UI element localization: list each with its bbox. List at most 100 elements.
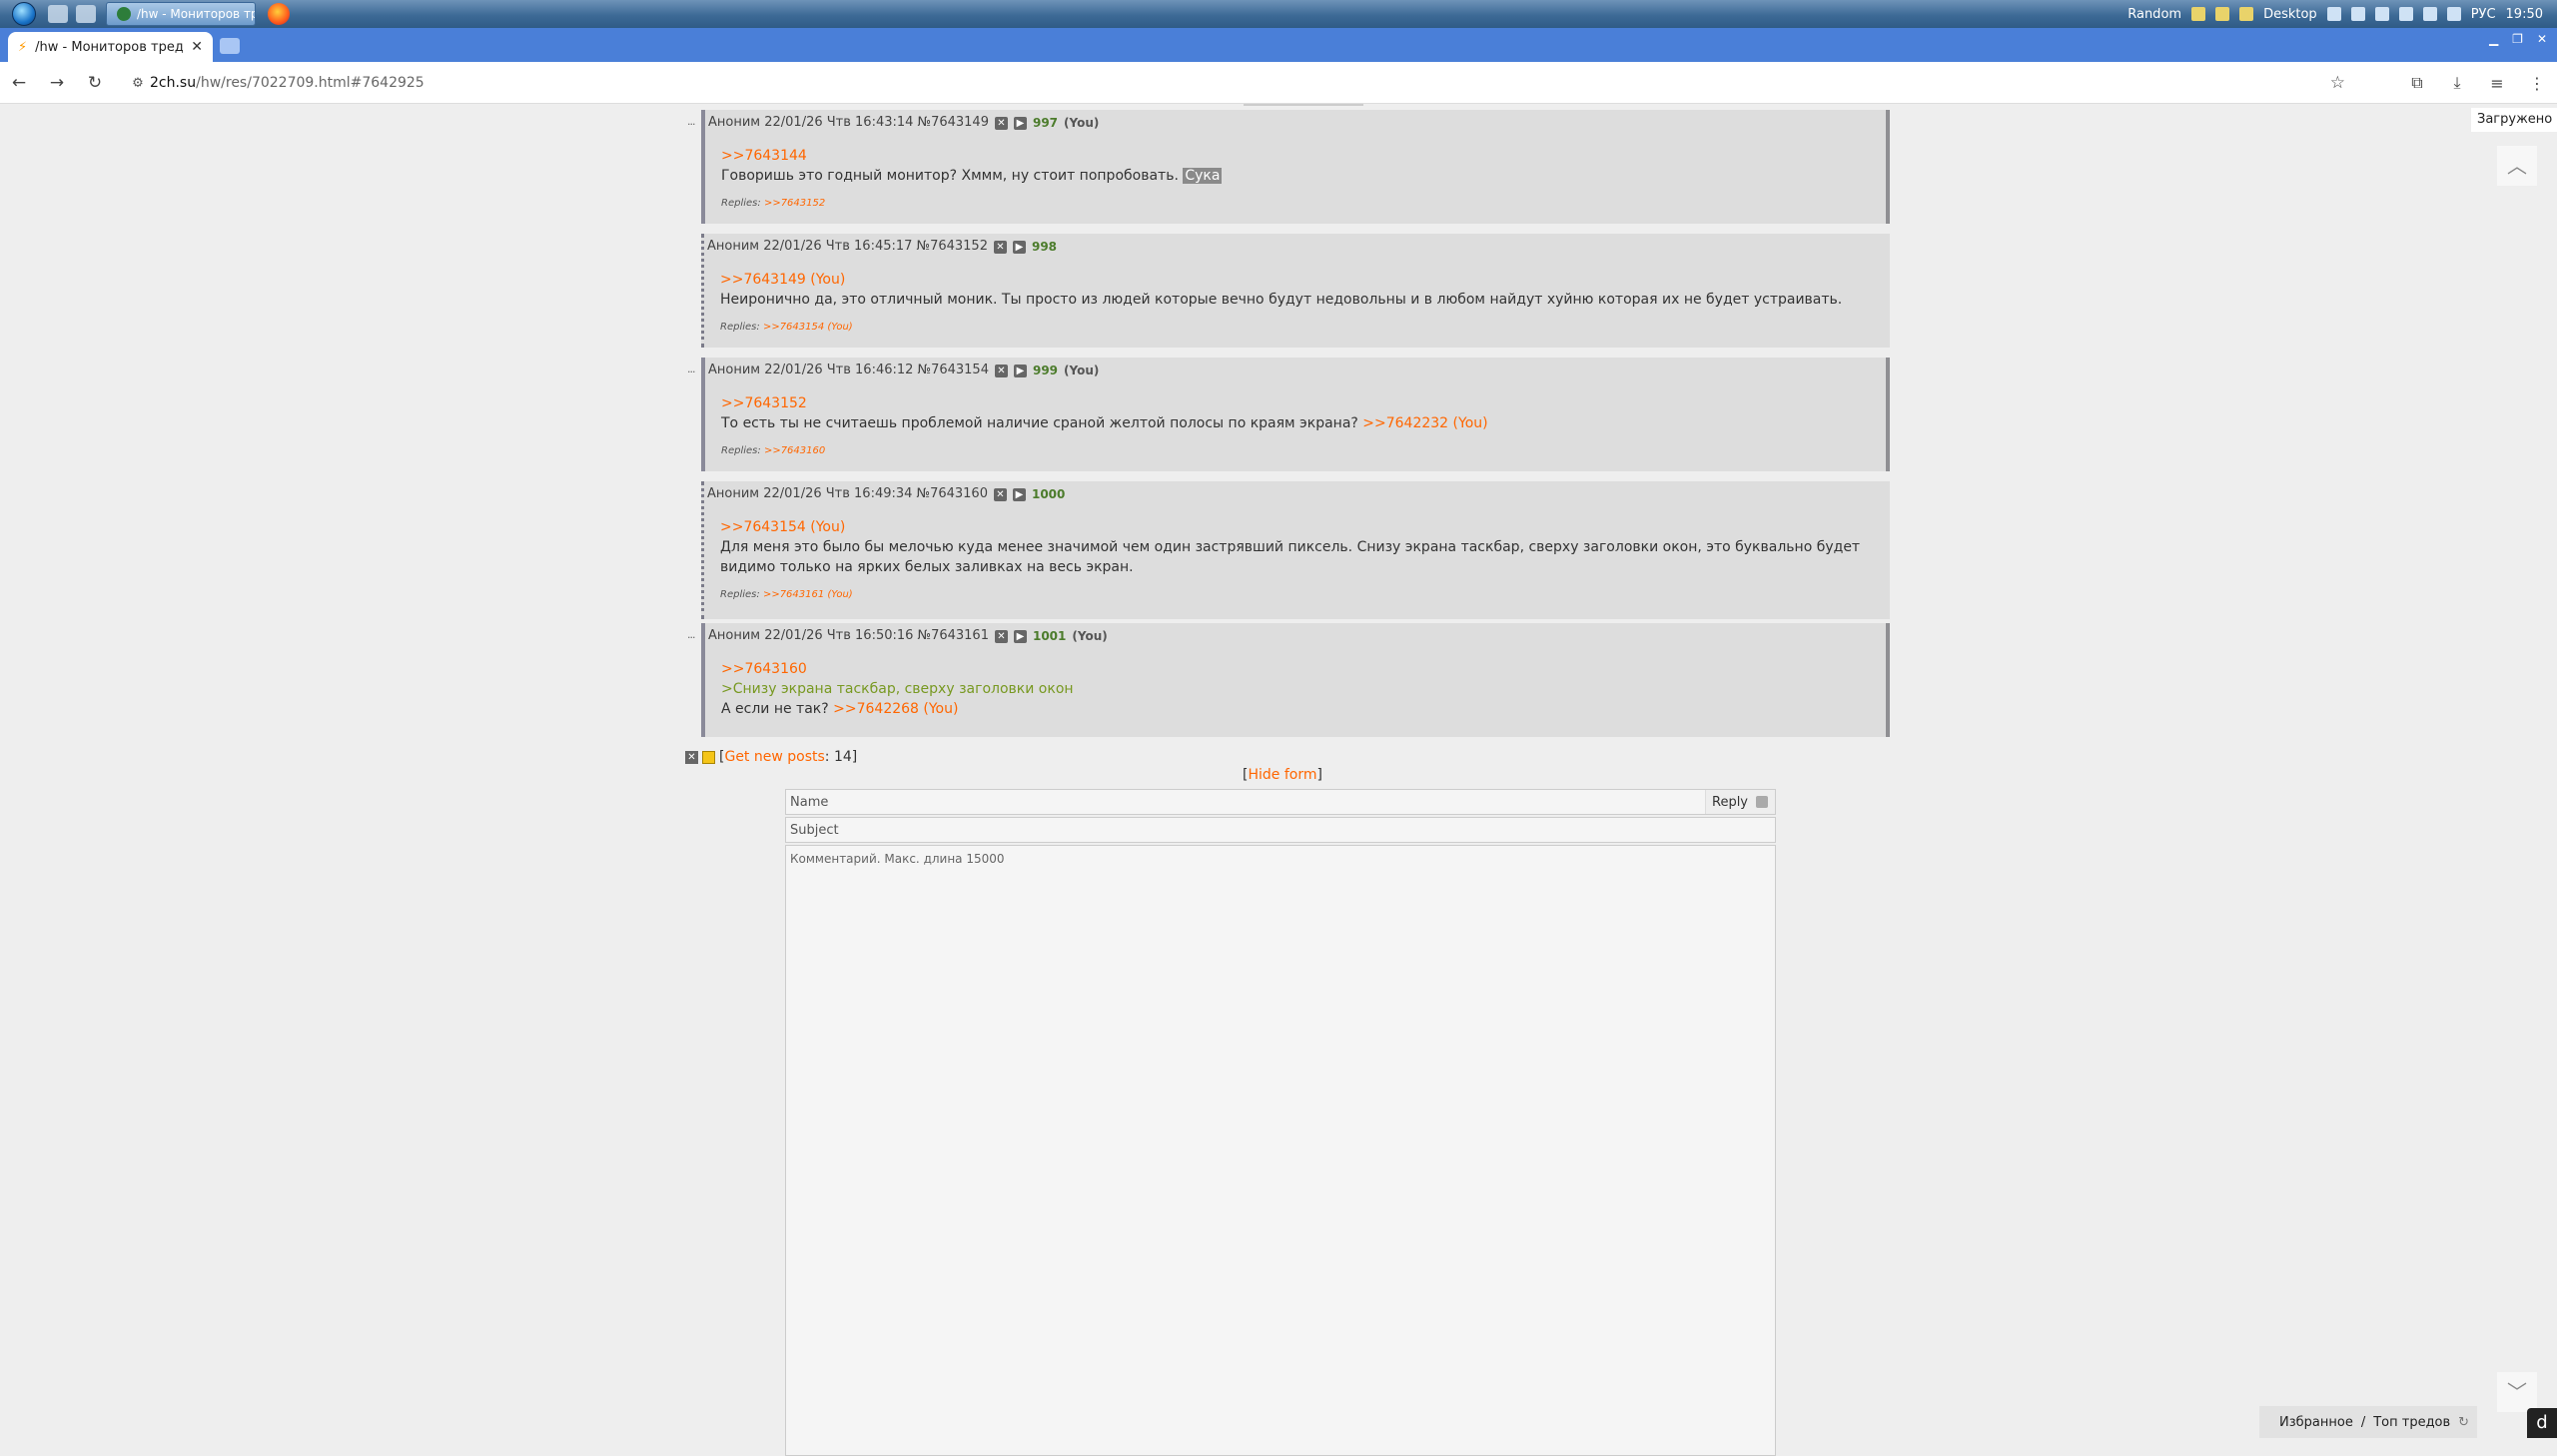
- explorer-icon[interactable]: [76, 5, 96, 23]
- inline-reply-link[interactable]: >>7642232 (You): [1362, 415, 1487, 431]
- quicklaunch-icon[interactable]: [48, 5, 68, 23]
- tray-app-icon[interactable]: [2374, 7, 2389, 21]
- new-tab-button[interactable]: [220, 38, 240, 54]
- site-info-icon[interactable]: ⚙: [126, 76, 150, 91]
- system-tray: Random Desktop РУС 19:50: [2128, 7, 2557, 22]
- comment-textarea[interactable]: Комментарий. Макс. длина 15000: [785, 845, 1776, 1456]
- random-toolbar-label[interactable]: Random: [2128, 7, 2181, 22]
- reading-list-icon[interactable]: ≡: [2477, 74, 2517, 93]
- reply-link[interactable]: >>7643160: [721, 661, 807, 677]
- reply-backlink[interactable]: >>7643160: [764, 445, 825, 456]
- tray-app-icon[interactable]: [2350, 7, 2365, 21]
- post-header: Аноним 22/01/26 Чтв 16:49:34 №7643160 ✕ …: [704, 485, 1878, 503]
- reply-button[interactable]: Reply: [1705, 790, 1775, 814]
- reply-link[interactable]: >>7643149 (You): [720, 272, 845, 288]
- scroll-down-chevron-icon[interactable]: ﹀: [2497, 1372, 2537, 1412]
- address-host: 2ch.su: [150, 75, 197, 91]
- post-number: 1000: [1031, 487, 1066, 501]
- post-header-text: Аноним 22/01/26 Чтв 16:46:12 №7643154: [708, 363, 989, 377]
- lightning-favicon-icon: ⚡: [18, 39, 28, 55]
- menu-kebab-icon[interactable]: ⋮: [2517, 74, 2557, 93]
- reply-link[interactable]: >>7643144: [721, 148, 807, 164]
- post-header-text: Аноним 22/01/26 Чтв 16:50:16 №7643161: [708, 628, 989, 643]
- replies-label: Replies:: [721, 198, 761, 209]
- play-icon[interactable]: ▶: [1012, 487, 1026, 501]
- hide-post-icon[interactable]: ✕: [993, 240, 1007, 254]
- top-threads-link[interactable]: Топ тредов: [2373, 1415, 2450, 1430]
- hide-form-toggle: [Hide form]: [1243, 767, 1322, 783]
- close-icon[interactable]: ✕: [685, 750, 698, 764]
- language-indicator[interactable]: РУС: [2471, 7, 2496, 22]
- address-path: /hw/res/7022709.html#7642925: [196, 75, 425, 91]
- expand-dots[interactable]: ···: [687, 631, 695, 644]
- taskbar-window-title: /hw - Мониторов тр...: [137, 7, 255, 21]
- star-icon[interactable]: [702, 750, 715, 764]
- network-icon[interactable]: [2422, 7, 2437, 21]
- post-header: Аноним 22/01/26 Чтв 16:45:17 №7643152 ✕ …: [704, 238, 1878, 256]
- folder-icon[interactable]: [2239, 7, 2254, 21]
- dvach-logo-icon[interactable]: d: [2527, 1408, 2557, 1438]
- post-replies: Replies: >>7643152: [705, 198, 1874, 209]
- taskbar-browser-window[interactable]: /hw - Мониторов тр...: [106, 2, 256, 26]
- hide-form-link[interactable]: Hide form: [1248, 767, 1316, 783]
- play-icon[interactable]: ▶: [1013, 364, 1027, 377]
- get-new-posts-link[interactable]: Get new posts: [724, 749, 824, 765]
- reply-form: Name Reply Subject Комментарий. Макс. дл…: [785, 789, 1776, 1456]
- close-window-icon[interactable]: ✕: [2537, 32, 2547, 46]
- subject-input[interactable]: Subject: [786, 818, 1775, 842]
- firefox-icon[interactable]: [268, 3, 290, 25]
- hide-post-icon[interactable]: ✕: [994, 364, 1008, 377]
- reply-link[interactable]: >>7643152: [721, 395, 807, 411]
- post-header-text: Аноним 22/01/26 Чтв 16:45:17 №7643152: [707, 239, 988, 254]
- hide-post-icon[interactable]: ✕: [993, 487, 1007, 501]
- favorites-link[interactable]: Избранное: [2279, 1415, 2353, 1430]
- reply-backlink[interactable]: >>7643161 (You): [763, 589, 853, 600]
- play-icon[interactable]: ▶: [1013, 116, 1027, 130]
- name-row: Name Reply: [785, 789, 1776, 815]
- address-bar[interactable]: ⚙ 2ch.su /hw/res/7022709.html#7642925 ☆: [122, 67, 2355, 99]
- tray-app-icon[interactable]: [2326, 7, 2341, 21]
- desktop-toolbar-label[interactable]: Desktop: [2263, 7, 2317, 22]
- post-body-container: Аноним 22/01/26 Чтв 16:45:17 №7643152 ✕ …: [701, 234, 1890, 348]
- post-message: >>7643144 Говоришь это годный монитор? Х…: [705, 146, 1874, 186]
- bookmark-star-icon[interactable]: ☆: [2330, 73, 2345, 93]
- download-icon[interactable]: ⤓: [2437, 73, 2477, 93]
- extensions-icon[interactable]: ⧉: [2397, 73, 2437, 93]
- post-text: А если не так?: [721, 701, 829, 717]
- back-arrow-icon[interactable]: ←: [0, 73, 38, 93]
- new-posts-count: : 14]: [824, 749, 858, 765]
- start-button[interactable]: [8, 0, 40, 28]
- replies-label: Replies:: [720, 322, 760, 333]
- tray-app-icon[interactable]: [2398, 7, 2413, 21]
- volume-icon[interactable]: [2446, 7, 2461, 21]
- clock[interactable]: 19:50: [2506, 7, 2543, 22]
- you-badge: (You): [1064, 364, 1100, 377]
- hide-post-icon[interactable]: ✕: [994, 629, 1008, 643]
- forward-arrow-icon[interactable]: →: [38, 73, 76, 93]
- replies-label: Replies:: [720, 589, 760, 600]
- play-icon[interactable]: ▶: [1012, 240, 1026, 254]
- expand-dots[interactable]: ···: [687, 118, 695, 131]
- reply-backlink[interactable]: >>7643154 (You): [763, 322, 853, 333]
- play-icon[interactable]: ▶: [1013, 629, 1027, 643]
- close-tab-icon[interactable]: ✕: [191, 39, 203, 55]
- reply-link[interactable]: >>7643154 (You): [720, 519, 845, 535]
- post-text: Для меня это было бы мелочью куда менее …: [720, 539, 1861, 575]
- scroll-up-chevron-icon[interactable]: ︿: [2497, 146, 2537, 186]
- folder-icon[interactable]: [2191, 7, 2206, 21]
- options-icon[interactable]: [1756, 796, 1769, 808]
- reload-icon[interactable]: ↻: [76, 73, 114, 93]
- refresh-icon[interactable]: ↻: [2458, 1415, 2469, 1430]
- tab-active[interactable]: ⚡ /hw - Мониторов тред / ✕: [8, 32, 213, 62]
- hide-post-icon[interactable]: ✕: [994, 116, 1008, 130]
- page-content: ··· Аноним 22/01/26 Чтв 16:43:14 №764314…: [0, 104, 2557, 1456]
- replies-label: Replies:: [721, 445, 761, 456]
- post-replies: Replies: >>7643160: [705, 445, 1874, 456]
- name-input[interactable]: Name: [786, 790, 1705, 814]
- folder-icon[interactable]: [2215, 7, 2230, 21]
- expand-dots[interactable]: ···: [687, 365, 695, 378]
- restore-icon[interactable]: ❐: [2512, 32, 2523, 46]
- inline-reply-link[interactable]: >>7642268 (You): [833, 701, 958, 717]
- minimize-icon[interactable]: ▁: [2489, 32, 2498, 46]
- reply-backlink[interactable]: >>7643152: [764, 198, 825, 209]
